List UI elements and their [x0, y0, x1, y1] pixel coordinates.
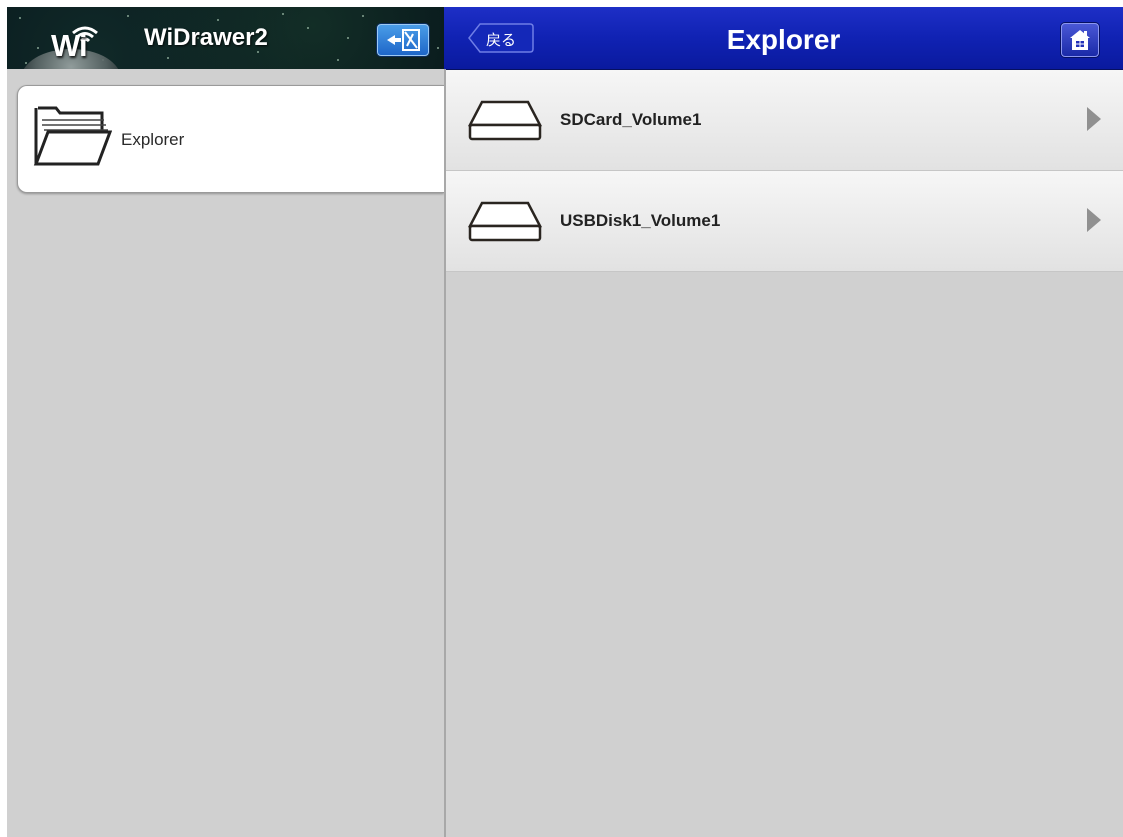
home-icon	[1070, 30, 1090, 50]
app-header: Wi WiDrawer2	[7, 7, 444, 69]
sidebar-item-explorer[interactable]: Explorer	[17, 85, 444, 193]
volume-list: SDCard_Volume1 USBDisk1_Volume1	[446, 70, 1123, 837]
folder-icon	[33, 106, 112, 166]
logo-text: Wi	[51, 28, 88, 63]
drive-icon	[468, 201, 542, 242]
logout-button[interactable]	[377, 24, 429, 56]
app-title: WiDrawer2	[144, 24, 268, 51]
home-button[interactable]	[1061, 23, 1099, 57]
drive-icon	[468, 100, 542, 141]
sidebar-item-label: Explorer	[121, 130, 185, 149]
exit-door-icon	[387, 29, 420, 51]
list-item-label: USBDisk1_Volume1	[560, 211, 721, 230]
chevron-right-icon	[1087, 107, 1101, 131]
navigation-bar: 戻る Explorer	[444, 7, 1123, 70]
list-item-label: SDCard_Volume1	[560, 110, 702, 129]
list-item-usbdisk1-volume1[interactable]: USBDisk1_Volume1	[446, 171, 1123, 272]
chevron-right-icon	[1087, 208, 1101, 232]
sidebar: Explorer	[7, 69, 444, 837]
list-item-sdcard-volume1[interactable]: SDCard_Volume1	[446, 70, 1123, 171]
app-window: Wi WiDrawer2 戻る Explorer Explorer SDCard…	[7, 7, 1123, 837]
page-title: Explorer	[726, 24, 841, 55]
